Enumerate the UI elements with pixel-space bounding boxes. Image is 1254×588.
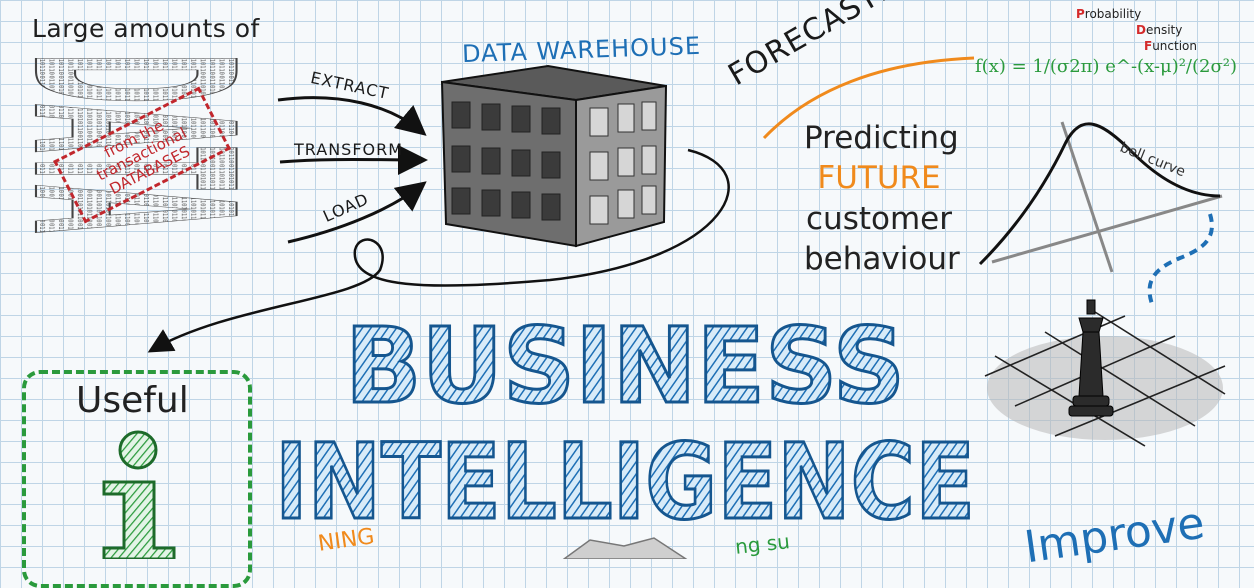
info-icon	[102, 430, 176, 559]
pdf-unction: unction	[1152, 39, 1197, 54]
business-intelligence-title: BUSINESS INTELLIGENCE	[274, 304, 977, 531]
chess-strategy-icon	[984, 299, 1226, 447]
pdf-ensity: ensity	[1145, 23, 1183, 38]
large-amounts-text: Large amounts of	[32, 14, 260, 43]
bottom-center-illustration	[562, 537, 688, 559]
dashed-connector	[1147, 213, 1214, 305]
useful-label: Useful	[76, 380, 189, 421]
extract-arrow	[277, 96, 427, 136]
pdf-d: D	[1136, 23, 1146, 38]
customer-line: customer	[806, 200, 952, 237]
improve-label: Improve	[1021, 497, 1208, 574]
bottom-middle-partial-text: ng su	[733, 529, 791, 559]
future-line: FUTURE	[817, 160, 941, 197]
pdf-robability: robability	[1084, 7, 1142, 21]
predicting-text-block: Predicting FUTURE customer behaviour	[804, 118, 960, 279]
predicting-line: Predicting	[804, 120, 959, 156]
pdf-f: F	[1144, 39, 1153, 54]
business-word: BUSINESS	[345, 305, 905, 427]
pdf-p: P	[1076, 7, 1085, 21]
intelligence-word: INTELLIGENCE	[275, 421, 975, 530]
pdf-label: Probability Density Function	[1076, 6, 1197, 55]
behaviour-line: behaviour	[804, 240, 960, 277]
pdf-formula: f(x) = 1/(σ2π) e^-(x-μ)²/(2σ²)	[975, 56, 1237, 77]
